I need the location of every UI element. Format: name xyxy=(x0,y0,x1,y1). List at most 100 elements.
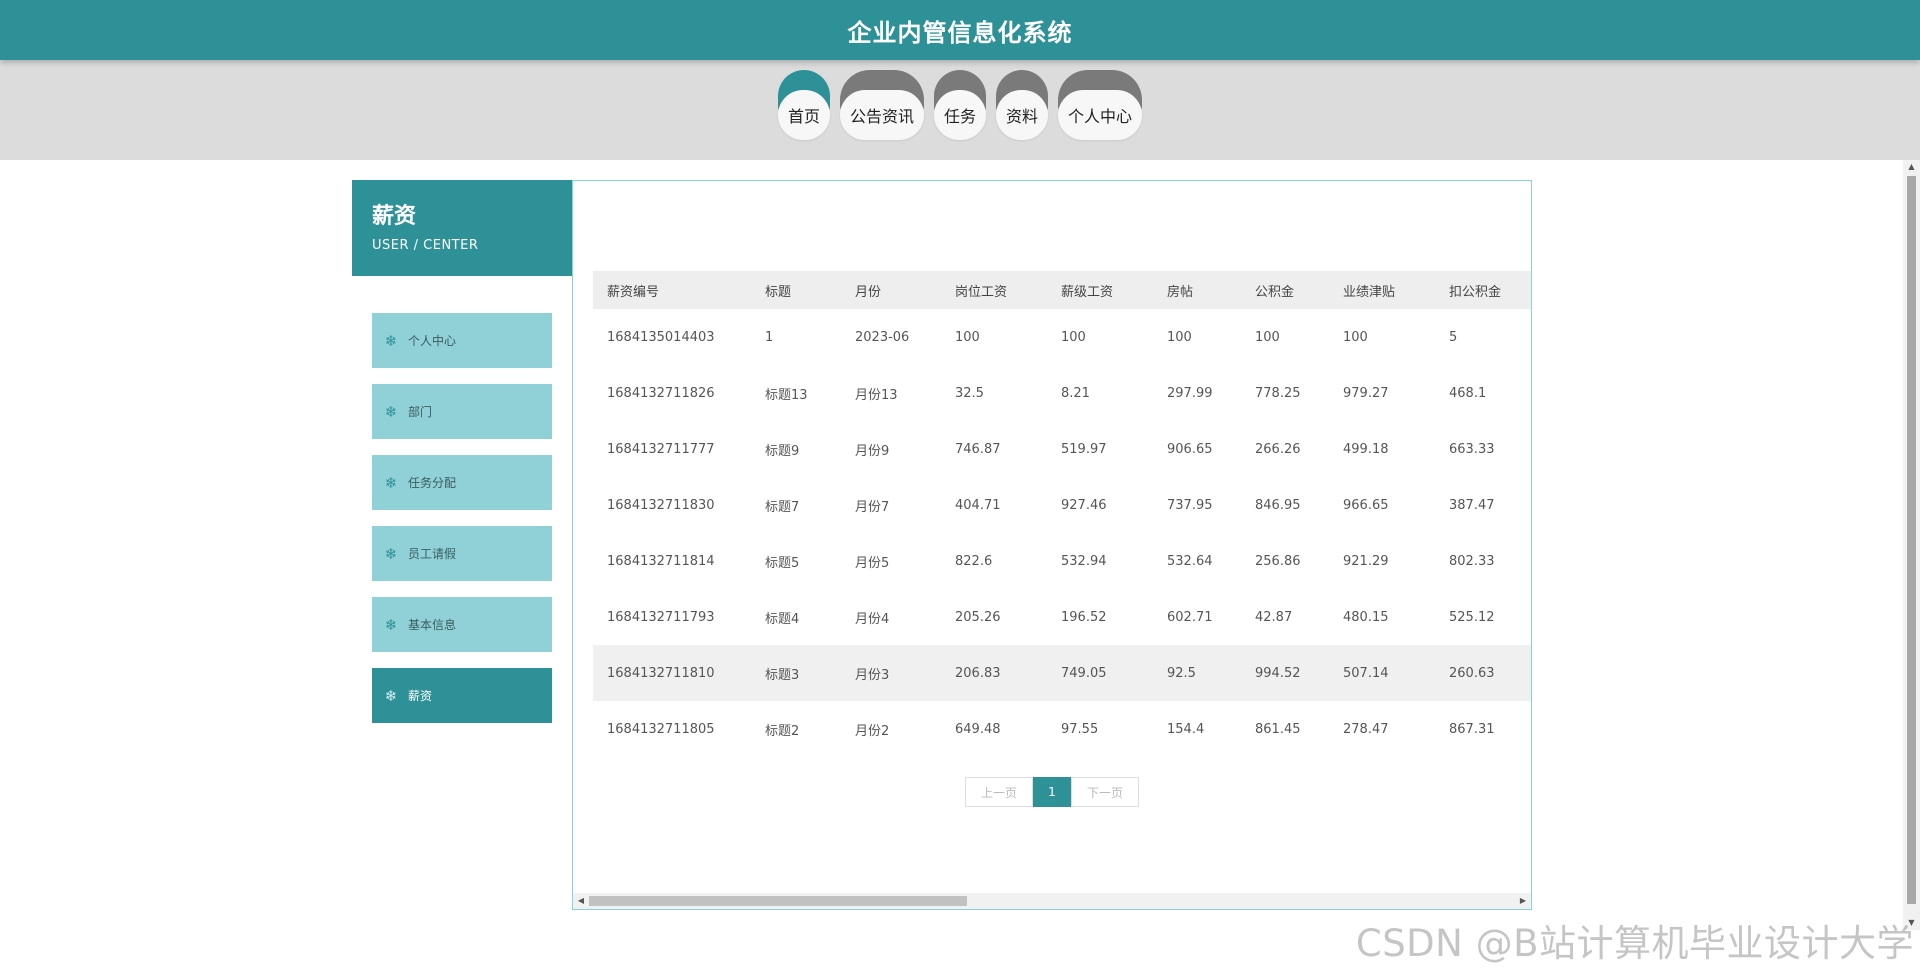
table-cell: 532.94 xyxy=(1061,553,1107,569)
pagination: 上一页 1 下一页 xyxy=(965,777,1139,807)
nav-label: 首页 xyxy=(777,90,830,140)
table-row: 1684132711810 标题3 月份3 206.83 749.05 92.5 994.5… xyxy=(593,645,1531,701)
sidebar-item-employee-leave[interactable]: ❄ 员工请假 xyxy=(372,526,552,581)
snowflake-icon: ❄ xyxy=(384,686,398,705)
table-cell: 749.05 xyxy=(1061,665,1107,681)
table-cell: 标题13 xyxy=(765,387,808,403)
sidebar-item-department[interactable]: ❄ 部门 xyxy=(372,384,552,439)
column-header: 月份 xyxy=(855,284,882,300)
table-cell: 42.87 xyxy=(1255,609,1293,625)
nav-item-personal-center[interactable]: 个人中心 xyxy=(1058,70,1143,142)
table-cell: 256.86 xyxy=(1255,553,1301,569)
table-cell: 778.25 xyxy=(1255,385,1301,401)
table-row: 1684132711826 标题13 月份13 32.5 8.21 297.99 778.2… xyxy=(593,365,1531,421)
sidebar-item-task-assignment[interactable]: ❄ 任务分配 xyxy=(372,455,552,510)
table-row: 1684135014403 1 2023-06 100 100 100 100 100 5 xyxy=(593,309,1531,365)
table-cell: 867.31 xyxy=(1449,721,1495,737)
column-header: 标题 xyxy=(765,284,792,300)
scroll-up-icon[interactable]: ▲ xyxy=(1903,160,1920,174)
nav-label: 任务 xyxy=(933,90,986,140)
table-cell: 月份2 xyxy=(855,723,890,739)
column-header: 薪资编号 xyxy=(607,284,660,300)
app-title: 企业内管信息化系统 xyxy=(847,18,1073,47)
table-cell: 2023-06 xyxy=(855,329,910,345)
sidebar-item-label: 个人中心 xyxy=(408,334,457,348)
sidebar-item-label: 任务分配 xyxy=(408,476,457,490)
watermark: CSDN @B站计算机毕业设计大学 xyxy=(1355,922,1914,965)
table-cell: 266.26 xyxy=(1255,441,1301,457)
vertical-scrollbar[interactable]: ▲ ▼ xyxy=(1903,160,1920,930)
table-cell: 499.18 xyxy=(1343,441,1389,457)
table-row: 1684132711814 标题5 月份5 822.6 532.94 532.64 256.… xyxy=(593,533,1531,589)
table-cell: 519.97 xyxy=(1061,441,1107,457)
table-row: 1684132711777 标题9 月份9 746.87 519.97 906.65 266… xyxy=(593,421,1531,477)
table-cell: 297.99 xyxy=(1167,385,1213,401)
snowflake-icon: ❄ xyxy=(384,331,398,350)
table-cell: 906.65 xyxy=(1167,441,1213,457)
scroll-left-icon[interactable]: ◀ xyxy=(576,896,586,906)
scroll-thumb[interactable] xyxy=(589,896,967,906)
table-cell: 206.83 xyxy=(955,665,1001,681)
table-cell: 1684132711810 xyxy=(607,665,715,681)
table-cell: 649.48 xyxy=(955,721,1001,737)
snowflake-icon: ❄ xyxy=(384,615,398,634)
table-cell: 1684132711777 xyxy=(607,441,715,457)
table-cell: 92.5 xyxy=(1167,665,1196,681)
sidebar-header: 薪资 USER / CENTER xyxy=(352,180,572,276)
table-row: 1684132711793 标题4 月份4 205.26 196.52 602.71 42.… xyxy=(593,589,1531,645)
nav-item-tasks[interactable]: 任务 xyxy=(933,70,986,142)
table-cell: 8.21 xyxy=(1061,385,1090,401)
column-header: 扣公积金 xyxy=(1449,284,1502,300)
nav-item-materials[interactable]: 资料 xyxy=(996,70,1049,142)
table-row: 1684132711805 标题2 月份2 649.48 97.55 154.4 861.4… xyxy=(593,701,1531,741)
table-cell: 196.52 xyxy=(1061,609,1107,625)
table-cell: 1684132711814 xyxy=(607,553,715,569)
table-cell: 1 xyxy=(765,329,774,345)
column-header: 业绩津贴 xyxy=(1343,284,1396,300)
table-cell: 602.71 xyxy=(1167,609,1213,625)
table-cell: 737.95 xyxy=(1167,497,1213,513)
sidebar-item-label: 部门 xyxy=(408,405,433,419)
table-cell: 标题5 xyxy=(765,555,800,571)
main-nav: 首页 公告资讯 任务 资料 个人中心 xyxy=(0,70,1920,142)
sidebar-item-personal-center[interactable]: ❄ 个人中心 xyxy=(372,313,552,368)
table-cell: 100 xyxy=(1255,329,1280,345)
table-cell: 387.47 xyxy=(1449,497,1495,513)
sidebar-item-salary[interactable]: ❄ 薪资 xyxy=(372,668,552,723)
table-cell: 标题3 xyxy=(765,667,800,683)
sidebar-item-basic-info[interactable]: ❄ 基本信息 xyxy=(372,597,552,652)
prev-page-button[interactable]: 上一页 xyxy=(965,777,1033,807)
table-cell: 746.87 xyxy=(955,441,1001,457)
table-cell: 663.33 xyxy=(1449,441,1495,457)
page-1-button[interactable]: 1 xyxy=(1033,777,1071,807)
sidebar-item-label: 薪资 xyxy=(408,689,433,703)
sidebar-menu: ❄ 个人中心 ❄ 部门 ❄ 任务分配 ❄ 员工请假 ❄ 基本信息 ❄ 薪资 xyxy=(372,313,552,739)
table-cell: 标题9 xyxy=(765,443,800,459)
table-cell: 100 xyxy=(1061,329,1086,345)
table-cell: 1684132711826 xyxy=(607,385,715,401)
table-cell: 802.33 xyxy=(1449,553,1495,569)
sidebar-subtitle: USER / CENTER xyxy=(372,238,479,253)
snowflake-icon: ❄ xyxy=(384,544,398,563)
nav-item-announcements[interactable]: 公告资讯 xyxy=(839,70,924,142)
table-header-row: 薪资编号 标题 月份 岗位工资 薪级工资 房帖 公积金 业绩津贴 扣公积金 xyxy=(593,271,1531,309)
scroll-thumb[interactable] xyxy=(1907,176,1916,904)
nav-label: 个人中心 xyxy=(1058,90,1143,140)
table-cell: 994.52 xyxy=(1255,665,1301,681)
table-cell: 966.65 xyxy=(1343,497,1389,513)
nav-item-home[interactable]: 首页 xyxy=(777,70,830,142)
table-cell: 月份4 xyxy=(855,611,890,627)
scroll-right-icon[interactable]: ▶ xyxy=(1518,896,1528,906)
top-header: 企业内管信息化系统 xyxy=(0,0,1920,60)
table-cell: 532.64 xyxy=(1167,553,1213,569)
table-cell: 1684135014403 xyxy=(607,329,715,345)
table-cell: 846.95 xyxy=(1255,497,1301,513)
snowflake-icon: ❄ xyxy=(384,473,398,492)
table-cell: 月份9 xyxy=(855,443,890,459)
salary-table: 薪资编号 标题 月份 岗位工资 薪级工资 房帖 公积金 业绩津贴 扣公积金 16… xyxy=(593,271,1531,741)
horizontal-scrollbar[interactable]: ◀ ▶ xyxy=(573,893,1531,909)
next-page-button[interactable]: 下一页 xyxy=(1071,777,1139,807)
table-cell: 525.12 xyxy=(1449,609,1495,625)
table-cell: 100 xyxy=(955,329,980,345)
table-cell: 标题4 xyxy=(765,611,800,627)
